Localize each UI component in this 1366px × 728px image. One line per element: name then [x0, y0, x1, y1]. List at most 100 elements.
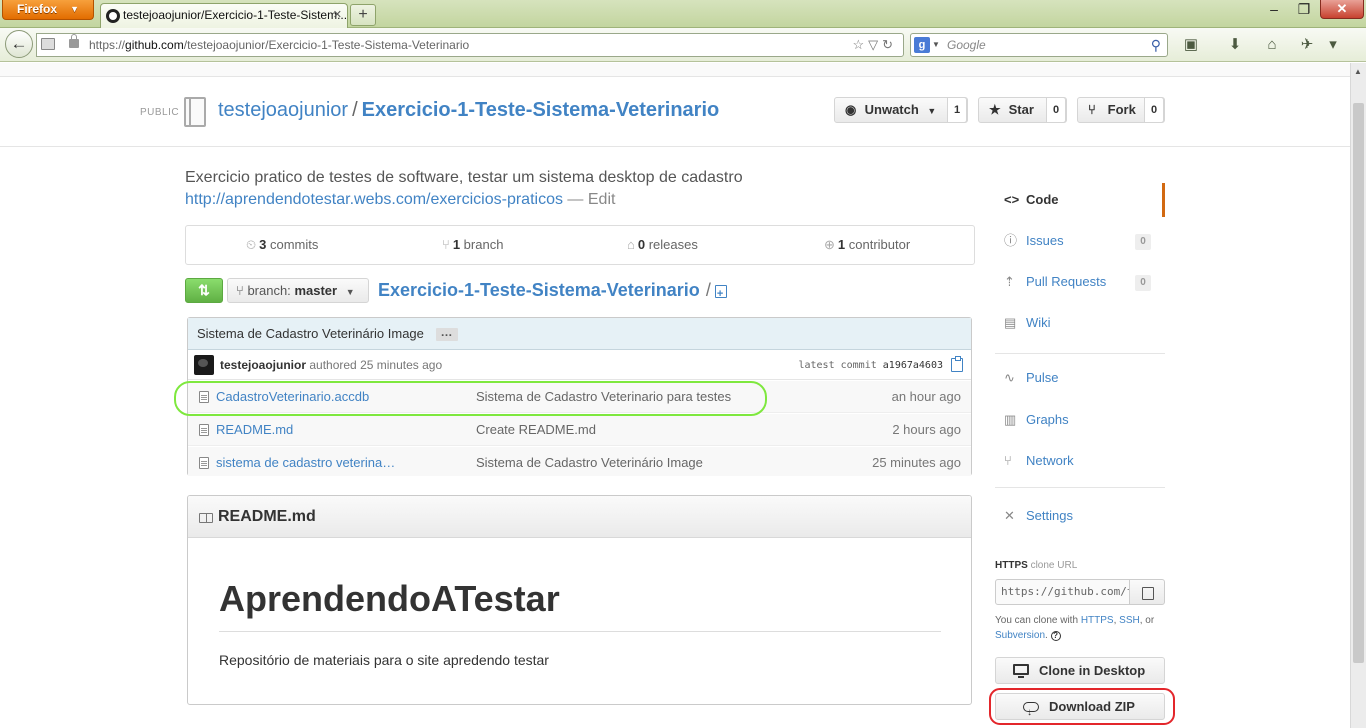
- readme-divider: [219, 631, 941, 632]
- clone-https-link[interactable]: HTTPS: [1081, 615, 1114, 626]
- repo-owner-link[interactable]: testejoaojunior: [218, 99, 348, 121]
- fork-button[interactable]: ⑂ Fork 0: [1077, 97, 1165, 123]
- bookmarks-icon[interactable]: ▣: [1180, 35, 1202, 55]
- firefox-menu-button[interactable]: Firefox ▼: [2, 0, 94, 20]
- clone-in-desktop-button[interactable]: Clone in Desktop: [995, 657, 1165, 684]
- reload-icon[interactable]: ↻: [882, 37, 897, 52]
- branch-prefix: branch:: [247, 283, 291, 298]
- back-button[interactable]: ←: [5, 30, 33, 58]
- organization-icon: ⊕: [824, 237, 835, 252]
- sidebar-item-label: Issues: [1026, 233, 1064, 248]
- restore-window-button[interactable]: ❐: [1290, 0, 1318, 20]
- close-window-button[interactable]: ✕: [1320, 0, 1364, 19]
- fork-icon: ⑂: [1088, 102, 1096, 117]
- new-tab-button[interactable]: +: [350, 4, 376, 26]
- branch-select-button[interactable]: ⑂ branch: master ▼: [227, 278, 369, 303]
- watch-count[interactable]: 1: [947, 97, 967, 123]
- contributor-count: 1: [837, 237, 846, 252]
- file-row[interactable]: sistema de cadastro veterina… Sistema de…: [188, 447, 971, 476]
- file-commit-message[interactable]: Sistema de Cadastro Veterinário Image: [476, 447, 703, 479]
- file-name-link[interactable]: sistema de cadastro veterina…: [216, 447, 395, 479]
- file-name-link[interactable]: README.md: [216, 414, 293, 446]
- commits-count: 3: [259, 237, 267, 252]
- github-favicon-icon: [106, 9, 120, 23]
- chevron-down-icon: ▼: [932, 40, 940, 49]
- edit-description-link[interactable]: — Edit: [567, 191, 615, 208]
- dropdown-icon[interactable]: ▽: [868, 37, 882, 52]
- file-commit-message[interactable]: Create README.md: [476, 414, 596, 446]
- star-label: Star: [1008, 102, 1034, 117]
- repo-description: Exercicio pratico de testes de software,…: [185, 169, 743, 186]
- minimize-window-button[interactable]: –: [1260, 0, 1288, 20]
- releases-count: 0: [637, 237, 646, 252]
- star-button[interactable]: ★ Star 0: [978, 97, 1067, 123]
- star-icon: ★: [989, 102, 1001, 117]
- file-navigation: ⇅ ⑂ branch: master ▼ Exercicio-1-Teste-S…: [185, 277, 975, 306]
- file-commit-message[interactable]: Sistema de Cadastro Veterinario para tes…: [476, 381, 731, 413]
- repo-name-link[interactable]: Exercicio-1-Teste-Sistema-Veterinario: [362, 99, 720, 121]
- sidebar-item-graphs[interactable]: ▥ Graphs: [995, 403, 1165, 437]
- clone-url-input[interactable]: https://github.com/testejoaojunior/Exerc…: [995, 579, 1130, 605]
- home-icon[interactable]: ⌂: [1261, 35, 1283, 55]
- cloud-download-icon: [1023, 700, 1039, 725]
- clone-desktop-label: Clone in Desktop: [1039, 663, 1146, 678]
- commit-author[interactable]: testejoaojunior: [220, 358, 306, 372]
- releases-link[interactable]: ⌂ 0 releases: [627, 226, 698, 264]
- scroll-up-icon[interactable]: ▲: [1354, 67, 1362, 76]
- sidebar-item-settings[interactable]: ✕ Settings: [995, 499, 1165, 533]
- browser-titlebar: Firefox ▼ testejoaojunior/Exercicio-1-Te…: [0, 0, 1366, 28]
- readme-header: README.md: [188, 496, 971, 538]
- file-name-link[interactable]: CadastroVeterinario.accdb: [216, 381, 369, 413]
- compare-icon: ⇅: [198, 282, 210, 298]
- download-zip-button[interactable]: Download ZIP: [995, 693, 1165, 725]
- branches-link[interactable]: ⑂ 1 branch: [442, 226, 503, 264]
- fork-count[interactable]: 0: [1144, 97, 1164, 123]
- site-identity-icon[interactable]: [41, 38, 55, 50]
- sidebar-item-issues[interactable]: ⓘ Issues 0: [995, 224, 1165, 258]
- downloads-icon[interactable]: ⬇: [1224, 35, 1246, 55]
- url-path: /testejoaojunior/Exercicio-1-Teste-Siste…: [183, 38, 470, 52]
- addon-icon[interactable]: ✈: [1296, 35, 1318, 55]
- unwatch-button[interactable]: ◉ Unwatch ▼ 1: [834, 97, 968, 123]
- compare-review-button[interactable]: ⇅: [185, 278, 223, 303]
- search-icon[interactable]: ⚲: [1151, 34, 1161, 56]
- breadcrumb-repo-link[interactable]: Exercicio-1-Teste-Sistema-Veterinario: [378, 280, 700, 300]
- search-input[interactable]: g ▼ Google ⚲: [910, 33, 1168, 57]
- avatar[interactable]: [194, 355, 214, 375]
- commits-label: commits: [270, 237, 319, 252]
- file-icon: [199, 457, 209, 469]
- homepage-link[interactable]: http://aprendendotestar.webs.com/exercic…: [185, 191, 563, 208]
- latest-commit: latest commit a1967a4603: [798, 351, 943, 380]
- sidebar-item-wiki[interactable]: ▤ Wiki: [995, 306, 1165, 340]
- sidebar-item-pull-requests[interactable]: ⇡ Pull Requests 0: [995, 265, 1165, 299]
- bookmark-star-icon[interactable]: ☆: [852, 37, 868, 52]
- file-row[interactable]: README.md Create README.md 2 hours ago: [188, 414, 971, 446]
- copy-clone-url-button[interactable]: [1129, 579, 1165, 605]
- unwatch-label: Unwatch: [864, 102, 919, 117]
- star-count[interactable]: 0: [1046, 97, 1066, 123]
- commit-message[interactable]: Sistema de Cadastro Veterinário Image: [197, 326, 424, 341]
- commits-link[interactable]: ⏲ 3 commits: [246, 226, 318, 264]
- eye-icon: ◉: [845, 102, 857, 117]
- google-icon[interactable]: g: [914, 37, 930, 53]
- sidebar-item-pulse[interactable]: ∿ Pulse: [995, 361, 1165, 395]
- clone-ssh-link[interactable]: SSH: [1119, 615, 1140, 626]
- url-bar[interactable]: https://github.com/testejoaojunior/Exerc…: [36, 33, 904, 57]
- page-scrollbar[interactable]: ▲: [1350, 63, 1366, 728]
- commit-sha-link[interactable]: a1967a4603: [883, 360, 943, 371]
- contributors-link[interactable]: ⊕ 1 contributor: [824, 226, 910, 264]
- sidebar-item-network[interactable]: ⑂ Network: [995, 444, 1165, 478]
- help-icon[interactable]: ?: [1050, 631, 1061, 641]
- browser-tab[interactable]: testejoaojunior/Exercicio-1-Teste-Sistem…: [100, 3, 348, 28]
- menu-chevron-icon[interactable]: ▾: [1322, 35, 1344, 55]
- expand-commit-button[interactable]: …: [435, 326, 458, 342]
- tag-icon: ⌂: [627, 237, 635, 252]
- branch-count: 1: [452, 237, 461, 252]
- clone-subversion-link[interactable]: Subversion: [995, 630, 1045, 641]
- sidebar-item-code[interactable]: <> Code: [995, 183, 1165, 217]
- file-row[interactable]: CadastroVeterinario.accdb Sistema de Cad…: [188, 381, 971, 413]
- scrollbar-thumb[interactable]: [1353, 103, 1364, 663]
- clipboard-icon[interactable]: [951, 356, 963, 372]
- close-tab-icon[interactable]: ✕: [333, 4, 342, 27]
- new-file-icon[interactable]: [714, 282, 727, 306]
